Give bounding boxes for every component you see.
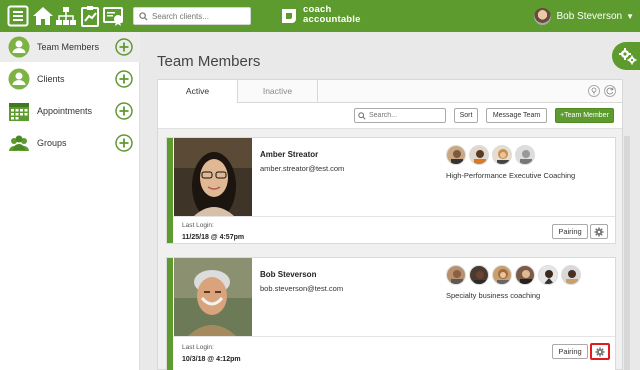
menu-icon[interactable] [7, 5, 29, 27]
sidebar-item-label: Team Members [37, 42, 100, 52]
status-stripe [167, 138, 173, 243]
team-search-box[interactable] [354, 108, 446, 123]
avatar[interactable] [492, 145, 512, 165]
client-avatars [446, 145, 538, 165]
client-search-box[interactable] [133, 7, 251, 25]
client-search-input[interactable] [152, 9, 248, 23]
client-icon [8, 68, 30, 90]
team-search-input[interactable] [369, 110, 443, 121]
add-team-member-button[interactable]: +Team Member [555, 108, 614, 123]
top-navigation-bar: coach accountable Bob Steverson ▼ [0, 0, 640, 32]
sidebar: Team Members Clients Appointments Groups [0, 32, 140, 370]
member-card: Bob Steverson bob.steverson@test.com Spe… [166, 257, 616, 370]
last-login-label: Last Login: [182, 222, 214, 229]
sidebar-item-label: Clients [37, 74, 65, 84]
org-chart-icon[interactable] [55, 5, 77, 27]
last-login-label: Last Login: [182, 344, 214, 351]
message-team-button[interactable]: Message Team [486, 108, 547, 123]
avatar[interactable] [515, 265, 535, 285]
add-group-icon[interactable] [115, 134, 133, 152]
member-name[interactable]: Amber Streator [260, 150, 318, 159]
add-appointment-icon[interactable] [115, 102, 133, 120]
sidebar-item-groups[interactable]: Groups [0, 128, 140, 158]
add-team-member-icon[interactable] [115, 38, 133, 56]
team-member-icon [8, 36, 30, 58]
settings-fab[interactable] [612, 42, 640, 70]
scrollbar[interactable] [624, 136, 630, 370]
lightbulb-icon[interactable] [588, 85, 600, 97]
avatar[interactable] [515, 145, 535, 165]
last-login-value: 11/25/18 @ 4:57pm [182, 234, 245, 241]
sidebar-item-team-members[interactable]: Team Members [0, 32, 140, 62]
tab-bar: Active Inactive [158, 80, 622, 104]
user-name: Bob Steverson [556, 10, 623, 22]
member-email[interactable]: bob.steverson@test.com [260, 284, 343, 293]
user-menu[interactable]: Bob Steverson ▼ [534, 6, 634, 26]
group-icon [9, 135, 29, 151]
tab-active[interactable]: Active [158, 80, 238, 104]
avatar [534, 7, 552, 25]
calendar-icon [9, 103, 29, 121]
logo-line2: accountable [303, 14, 361, 25]
sort-button[interactable]: Sort [454, 108, 478, 123]
member-settings-button[interactable] [590, 343, 610, 360]
avatar[interactable] [492, 265, 512, 285]
member-card: Amber Streator amber.streator@test.com H… [166, 137, 616, 244]
tab-inactive[interactable]: Inactive [238, 80, 318, 103]
add-client-icon[interactable] [115, 70, 133, 88]
last-login-value: 10/3/18 @ 4:12pm [182, 356, 241, 363]
sidebar-item-label: Appointments [37, 106, 93, 116]
sidebar-item-appointments[interactable]: Appointments [0, 96, 140, 126]
coaching-program[interactable]: High-Performance Executive Coaching [446, 171, 575, 180]
team-toolbar: Sort Message Team +Team Member [158, 103, 622, 129]
gear-icon [595, 347, 605, 357]
avatar[interactable] [469, 145, 489, 165]
gear-icon [594, 227, 604, 237]
avatar[interactable] [446, 265, 466, 285]
pairing-button[interactable]: Pairing [552, 224, 588, 239]
member-photo[interactable] [174, 258, 252, 336]
pairing-button[interactable]: Pairing [552, 344, 588, 359]
client-avatars [446, 265, 584, 285]
avatar[interactable] [446, 145, 466, 165]
sidebar-item-clients[interactable]: Clients [0, 64, 140, 94]
coaching-program[interactable]: Specialty business coaching [446, 291, 540, 300]
chevron-down-icon: ▼ [626, 11, 634, 21]
avatar[interactable] [469, 265, 489, 285]
sidebar-item-label: Groups [37, 138, 67, 148]
member-photo[interactable] [174, 138, 252, 216]
divider [173, 336, 615, 337]
member-settings-button[interactable] [590, 224, 608, 239]
refresh-icon[interactable] [604, 85, 616, 97]
coach-accountable-logo[interactable]: coach accountable [279, 5, 369, 27]
team-members-panel: Active Inactive Sort Message Team +Team … [157, 79, 623, 370]
page-title: Team Members [157, 53, 261, 70]
clipboard-chart-icon[interactable] [79, 5, 101, 27]
divider [173, 216, 615, 217]
home-icon[interactable] [32, 5, 54, 27]
member-name[interactable]: Bob Steverson [260, 270, 316, 279]
search-icon [139, 12, 148, 21]
avatar[interactable] [561, 265, 581, 285]
certificate-icon[interactable] [103, 5, 125, 27]
status-stripe [167, 258, 173, 370]
search-icon [358, 112, 366, 120]
avatar[interactable] [538, 265, 558, 285]
gears-icon [619, 48, 637, 65]
member-email[interactable]: amber.streator@test.com [260, 164, 344, 173]
